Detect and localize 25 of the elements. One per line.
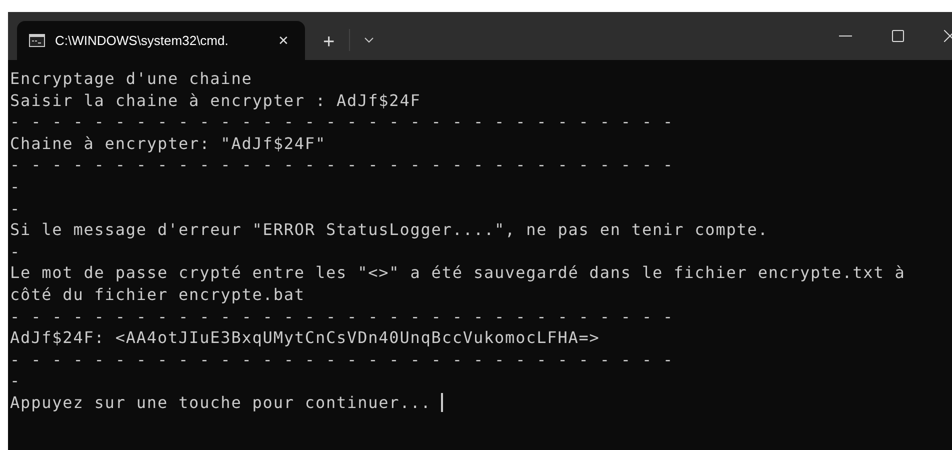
minimize-icon[interactable]: [839, 35, 852, 37]
output-line: - - - - - - - - - - - - - - - - - - - - - - - - - - - - - - - -: [10, 154, 674, 176]
output-line: - - - - - - - - - - - - - - - - - - - - - - - - - - - - - - - -: [10, 348, 674, 370]
terminal-tab[interactable]: C:\WINDOWS\system32\cmd. ✕: [17, 21, 305, 60]
output-line: -: [10, 240, 21, 262]
dropdown-icon[interactable]: [364, 37, 374, 43]
output-line: Saisir la chaine à encrypter : AdJf$24F: [10, 90, 421, 112]
output-line: -: [10, 370, 21, 392]
output-line: - - - - - - - - - - - - - - - - - - - - - - - - - - - - - - - -: [10, 111, 674, 133]
output-line: AdJf$24F: <AA4otJIuE3BxqUMytCnCsVDn40UnqBccVukomocLFHA=>: [10, 327, 600, 349]
output-line: -: [10, 176, 21, 198]
output-line: côté du fichier encrypte.bat: [10, 284, 305, 306]
output-line: -: [10, 198, 21, 220]
tab-title: C:\WINDOWS\system32\cmd.: [55, 32, 230, 50]
terminal-icon: [29, 34, 45, 47]
output-line: - - - - - - - - - - - - - - - - - - - - - - - - - - - - - - - -: [10, 306, 674, 328]
output-line: Appuyez sur une touche pour continuer...: [10, 392, 432, 414]
output-line: Si le message d'erreur "ERROR StatusLogger....", ne pas en tenir compte.: [10, 219, 768, 241]
maximize-icon[interactable]: [892, 30, 904, 42]
output-line: Le mot de passe crypté entre les "<>" a été sauvegardé dans le fichier encrypte.txt à: [10, 262, 906, 284]
text-cursor: [441, 393, 444, 412]
new-tab-button[interactable]: +: [319, 32, 339, 52]
output-line: Chaine à encrypter: "AdJf$24F": [10, 132, 326, 154]
close-tab-button[interactable]: ✕: [274, 30, 293, 50]
output-line: Encryptage d'une chaine: [10, 68, 252, 90]
